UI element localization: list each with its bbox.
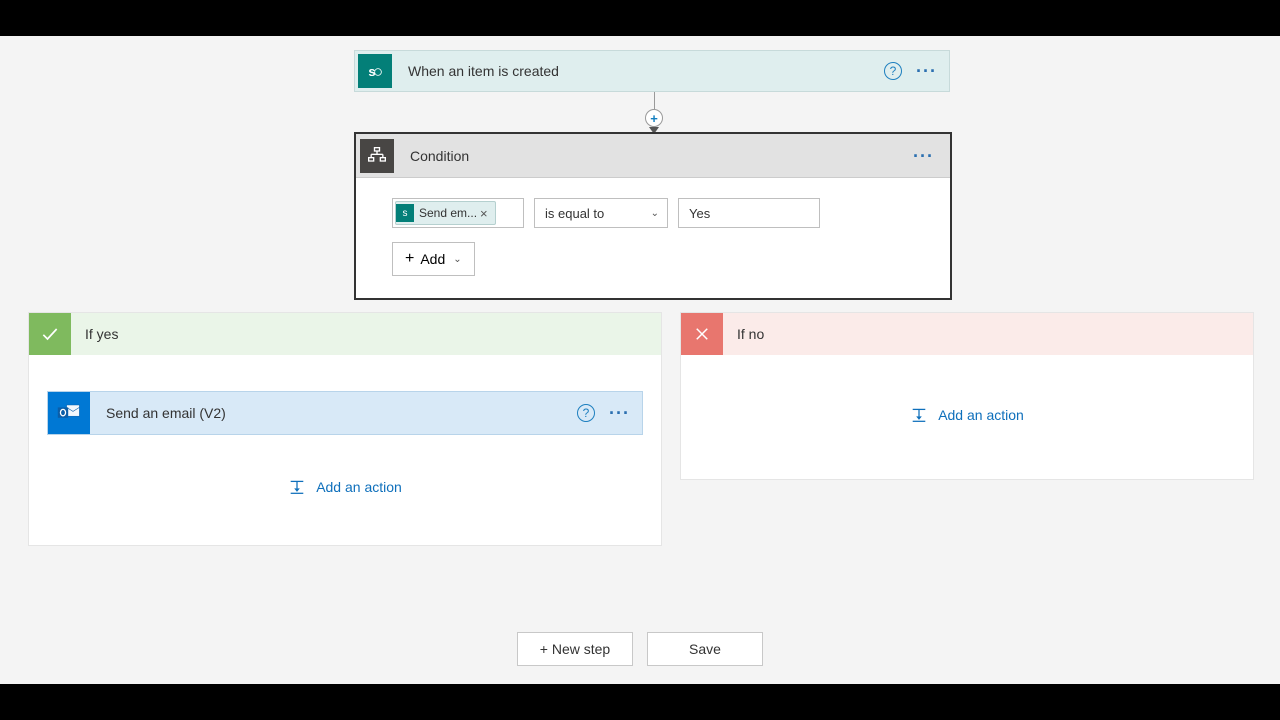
add-action-label: Add an action — [316, 479, 402, 495]
add-action-label: Add an action — [938, 407, 1024, 423]
send-email-action-card[interactable]: Send an email (V2) ? ··· — [47, 391, 643, 435]
chevron-down-icon: ⌄ — [453, 254, 461, 265]
help-icon[interactable]: ? — [577, 404, 595, 422]
send-email-title: Send an email (V2) — [106, 405, 577, 421]
add-action-button[interactable]: Add an action — [29, 479, 661, 495]
condition-card: Condition ··· s Send em... × is equal to… — [354, 132, 952, 300]
condition-icon — [360, 139, 394, 173]
if-no-header: If no — [681, 313, 1253, 355]
operator-label: is equal to — [545, 206, 604, 221]
more-icon[interactable]: ··· — [913, 153, 934, 159]
add-action-button[interactable]: Add an action — [681, 407, 1253, 423]
condition-value-input[interactable]: Yes — [678, 198, 820, 228]
condition-operator-select[interactable]: is equal to ⌄ — [534, 198, 668, 228]
connector: + — [650, 92, 658, 132]
if-yes-branch: If yes Send an email (V2) ? ··· Add an a… — [28, 312, 662, 546]
more-icon[interactable]: ··· — [609, 410, 630, 416]
sharepoint-icon: s — [358, 54, 392, 88]
if-yes-header: If yes — [29, 313, 661, 355]
condition-row: s Send em... × is equal to ⌄ Yes — [392, 198, 914, 228]
if-no-branch: If no Add an action — [680, 312, 1254, 480]
if-yes-label: If yes — [85, 326, 118, 342]
bottom-buttons: + New step Save — [0, 632, 1280, 666]
add-label: Add — [420, 251, 445, 267]
insert-step-button[interactable]: + — [645, 109, 663, 127]
token-label: Send em... — [419, 206, 477, 220]
add-action-icon — [910, 408, 928, 422]
trigger-title: When an item is created — [408, 63, 884, 79]
letterbox-top — [0, 0, 1280, 36]
flow-canvas: s When an item is created ? ··· + Condit… — [0, 36, 1280, 684]
condition-left-operand[interactable]: s Send em... × — [392, 198, 524, 228]
trigger-card[interactable]: s When an item is created ? ··· — [354, 50, 950, 92]
value-text: Yes — [689, 206, 710, 221]
check-icon — [29, 313, 71, 355]
new-step-button[interactable]: + New step — [517, 632, 633, 666]
add-condition-button[interactable]: + Add ⌄ — [392, 242, 475, 276]
x-icon — [681, 313, 723, 355]
condition-header[interactable]: Condition ··· — [356, 134, 950, 178]
remove-token-icon[interactable]: × — [477, 206, 491, 221]
condition-body: s Send em... × is equal to ⌄ Yes + Add ⌄ — [356, 178, 950, 298]
chevron-down-icon: ⌄ — [651, 208, 659, 219]
if-no-label: If no — [737, 326, 764, 342]
save-button[interactable]: Save — [647, 632, 763, 666]
sharepoint-icon: s — [396, 204, 414, 222]
plus-icon: + — [405, 250, 414, 268]
condition-title: Condition — [410, 148, 913, 164]
dynamic-content-token: s Send em... × — [395, 201, 496, 225]
help-icon[interactable]: ? — [884, 62, 902, 80]
outlook-icon — [48, 392, 90, 434]
letterbox-bottom — [0, 684, 1280, 720]
add-action-icon — [288, 480, 306, 494]
more-icon[interactable]: ··· — [916, 68, 937, 74]
